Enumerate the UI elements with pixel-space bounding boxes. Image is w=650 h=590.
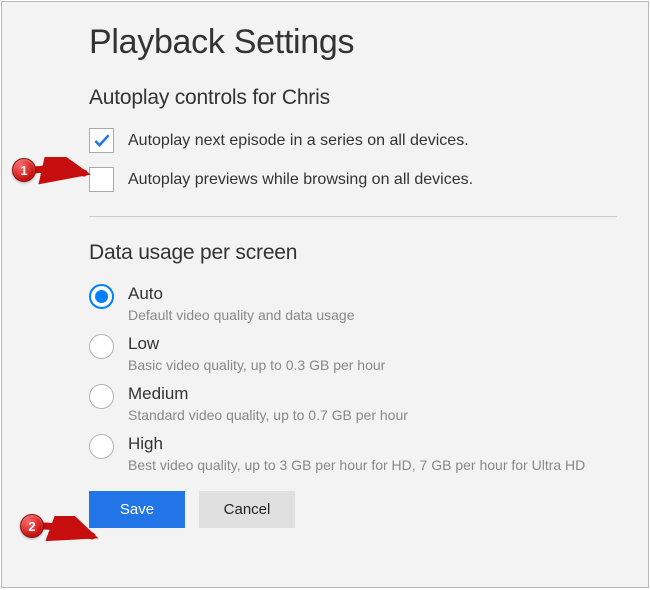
- radio-low-desc: Basic video quality, up to 0.3 GB per ho…: [128, 357, 385, 373]
- radio-medium-label: Medium: [128, 383, 408, 405]
- radio-auto[interactable]: [89, 284, 114, 309]
- data-usage-option-auto[interactable]: Auto Default video quality and data usag…: [89, 283, 617, 323]
- annotation-badge-1: 1: [12, 158, 36, 182]
- radio-high[interactable]: [89, 434, 114, 459]
- radio-medium-desc: Standard video quality, up to 0.7 GB per…: [128, 407, 408, 423]
- radio-low[interactable]: [89, 334, 114, 359]
- autoplay-next-episode-checkbox[interactable]: [89, 128, 114, 153]
- button-row: Save Cancel: [89, 491, 617, 528]
- cancel-button[interactable]: Cancel: [199, 491, 295, 528]
- radio-low-label: Low: [128, 333, 385, 355]
- radio-high-label: High: [128, 433, 585, 455]
- radio-medium[interactable]: [89, 384, 114, 409]
- save-button[interactable]: Save: [89, 491, 185, 528]
- radio-high-desc: Best video quality, up to 3 GB per hour …: [128, 457, 585, 473]
- section-divider: [89, 216, 617, 217]
- check-icon: [92, 131, 112, 151]
- radio-auto-desc: Default video quality and data usage: [128, 307, 355, 323]
- autoplay-next-episode-label: Autoplay next episode in a series on all…: [128, 132, 469, 150]
- page-title: Playback Settings: [89, 23, 617, 62]
- radio-auto-label: Auto: [128, 283, 355, 305]
- data-usage-heading: Data usage per screen: [89, 241, 617, 265]
- annotation-arrow-1: [32, 157, 94, 187]
- autoplay-next-episode-row[interactable]: Autoplay next episode in a series on all…: [89, 128, 617, 153]
- data-usage-option-high[interactable]: High Best video quality, up to 3 GB per …: [89, 433, 617, 473]
- annotation-badge-2: 2: [20, 514, 44, 538]
- data-usage-option-medium[interactable]: Medium Standard video quality, up to 0.7…: [89, 383, 617, 423]
- autoplay-heading: Autoplay controls for Chris: [89, 86, 617, 110]
- autoplay-previews-label: Autoplay previews while browsing on all …: [128, 171, 473, 189]
- autoplay-previews-row[interactable]: Autoplay previews while browsing on all …: [89, 167, 617, 192]
- data-usage-option-low[interactable]: Low Basic video quality, up to 0.3 GB pe…: [89, 333, 617, 373]
- annotation-arrow-2: [40, 516, 102, 546]
